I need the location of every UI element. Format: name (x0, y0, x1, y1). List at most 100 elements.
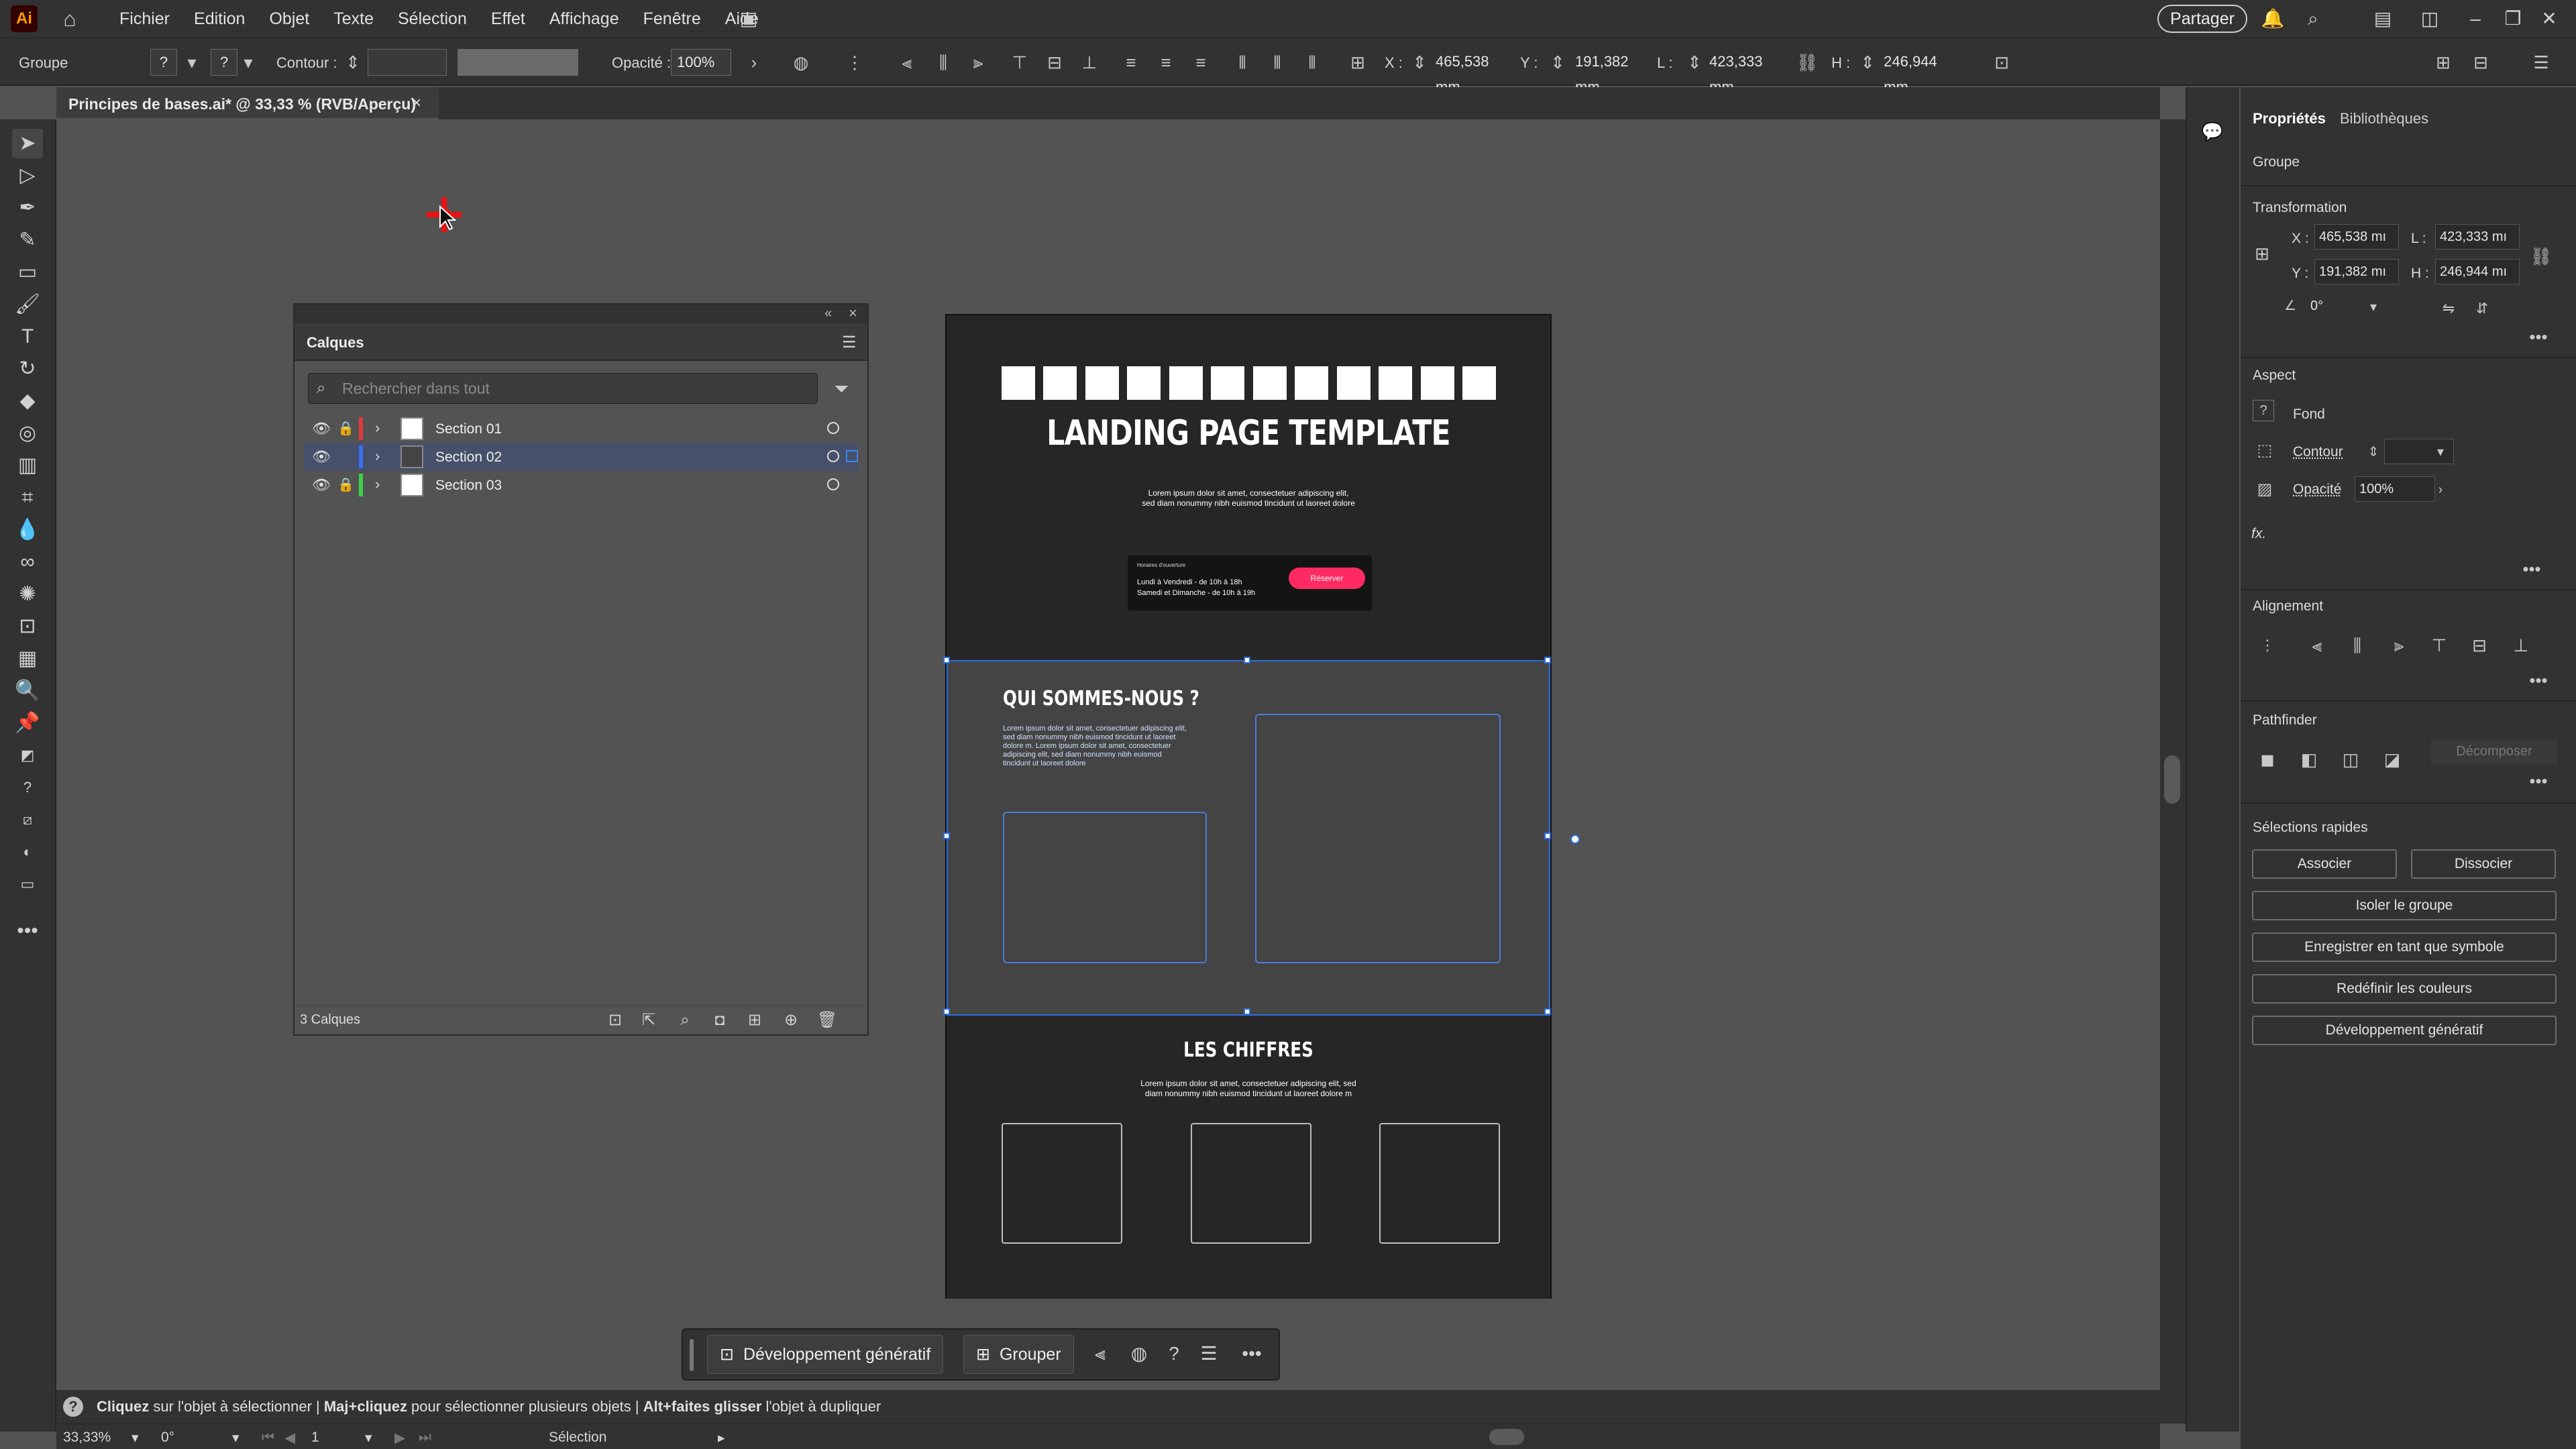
color-mode-icon[interactable]: ⧄ (12, 805, 43, 835)
collapse-panel-icon[interactable]: « (824, 306, 832, 321)
draw-mode-icon[interactable]: ◐ (12, 837, 43, 867)
ungroup-button[interactable]: Dissocier (2411, 849, 2556, 879)
width-stepper-icon[interactable]: ⇕ (1682, 50, 1707, 74)
curvature-tool-icon[interactable]: ✎ (12, 225, 43, 255)
align-top-icon[interactable]: ⊤ (1008, 50, 1032, 74)
gradient-tool-icon[interactable]: ▥ (12, 451, 43, 480)
restore-icon[interactable]: ❐ (2501, 7, 2525, 31)
search-icon[interactable]: ⌕ (2301, 7, 2325, 31)
bounding-handle[interactable] (943, 1008, 950, 1015)
bounding-handle[interactable] (1544, 657, 1551, 663)
stroke-weight-stepper-icon[interactable]: ⇕ (341, 50, 365, 74)
align-left-icon[interactable]: ⫷ (2305, 633, 2329, 657)
menu-objet[interactable]: Objet (257, 9, 321, 29)
recolor-icon[interactable]: ◍ (1127, 1342, 1151, 1366)
target-circle-icon[interactable] (827, 450, 839, 462)
height-stepper-icon[interactable]: ⇕ (1856, 50, 1880, 74)
artboard-tool-icon[interactable]: ⊡ (12, 612, 43, 641)
zoom-dropdown-icon[interactable]: ▾ (131, 1430, 139, 1446)
close-tab-icon[interactable]: × (412, 94, 421, 113)
constrain-proportions-icon[interactable]: ⛓ (2529, 244, 2553, 268)
layer-row-section-01[interactable]: 👁 🔒 › Section 01 (304, 415, 858, 443)
selection-indicator-icon[interactable] (846, 450, 858, 462)
align-vcenter-icon[interactable]: ⊟ (2467, 633, 2491, 657)
visibility-eye-icon[interactable]: 👁 (312, 420, 331, 437)
symbol-sprayer-tool-icon[interactable]: ✺ (12, 580, 43, 609)
eyedropper-tool-icon[interactable]: 💧 (12, 515, 43, 545)
bounding-handle[interactable] (1544, 1008, 1551, 1015)
align-to-icon[interactable]: ⋮ (843, 50, 867, 74)
new-layer-icon[interactable]: ⊕ (780, 1010, 802, 1031)
stroke-swatch[interactable]: ⬚ (2253, 439, 2277, 463)
layers-search-input[interactable] (342, 378, 805, 399)
clipping-mask-icon[interactable]: ◘ (709, 1010, 731, 1031)
default-colors-icon[interactable]: ? (12, 773, 43, 802)
variable-width-profile[interactable] (458, 49, 578, 76)
expand-chevron-icon[interactable]: › (375, 476, 380, 493)
save-as-symbol-button[interactable]: Enregistrer en tant que symbole (2252, 932, 2557, 962)
pin-tool-icon[interactable]: 📌 (12, 708, 43, 738)
close-panel-icon[interactable]: × (849, 305, 857, 322)
panel-options-icon[interactable]: ⊟ (2469, 50, 2493, 74)
tab-properties[interactable]: Propriétés (2253, 110, 2326, 127)
artboard[interactable]: LANDING PAGE TEMPLATE Lorem ipsum dolor … (943, 314, 1580, 1299)
width-field[interactable]: 423,333 mm (1704, 49, 1790, 95)
zoom-field[interactable]: 33,33% (63, 1430, 111, 1446)
opacity-arrow-icon[interactable]: › (2428, 478, 2453, 502)
section-01-hero[interactable]: LANDING PAGE TEMPLATE Lorem ipsum dolor … (947, 315, 1550, 660)
scroll-thumb[interactable] (2164, 755, 2180, 804)
aspect-more-icon[interactable]: ••• (2520, 557, 2544, 581)
menu-affichage[interactable]: Affichage (537, 9, 631, 29)
transform-height-field[interactable]: 246,944 mı (2435, 259, 2520, 284)
opacity-arrow-icon[interactable]: › (742, 50, 766, 74)
rotate-handle[interactable] (1570, 835, 1580, 844)
decompose-button[interactable]: Décomposer (2431, 739, 2557, 765)
help-icon[interactable]: ? (1162, 1342, 1186, 1366)
selection-tool-icon[interactable]: ➤ (12, 129, 43, 158)
lock-icon[interactable]: 🔒 (337, 476, 354, 493)
distribute-center-icon[interactable]: ⦀ (1265, 50, 1289, 74)
panel-layout-icon[interactable]: ◫ (2418, 7, 2442, 31)
target-circle-icon[interactable] (827, 478, 839, 490)
flip-horizontal-icon[interactable]: ⇋ (2436, 297, 2461, 321)
pathfinder-exclude-icon[interactable]: ◪ (2380, 747, 2404, 771)
opacity-field[interactable]: 100% (2355, 476, 2435, 502)
transform-options-icon[interactable]: ⊡ (1990, 50, 2014, 74)
document-tab[interactable]: Principes de bases.ai* @ 33,33 % (RVB/Ap… (56, 87, 439, 119)
menu-fichier[interactable]: Fichier (107, 9, 182, 29)
fill-swatch[interactable]: ? (150, 49, 177, 76)
opacity-label[interactable]: Opacité (2293, 482, 2341, 498)
target-circle-icon[interactable] (827, 422, 839, 434)
notifications-icon[interactable]: 🔔 (2261, 7, 2285, 31)
list-icon[interactable]: ☰ (1197, 1342, 1221, 1366)
distribute-right-icon[interactable]: ⦀ (1300, 50, 1324, 74)
panel-arrange-icon[interactable]: ⊞ (2431, 50, 2455, 74)
generative-expand-button[interactable]: ⊡ Développement génératif (707, 1335, 944, 1374)
workspace-icon[interactable]: ▤ (2371, 7, 2395, 31)
pathfinder-intersect-icon[interactable]: ◫ (2339, 747, 2363, 771)
rectangle-tool-icon[interactable]: ▭ (12, 258, 43, 287)
align-left-icon[interactable]: ⫷ (895, 50, 919, 74)
share-button[interactable]: Partager (2157, 5, 2247, 33)
control-menu-icon[interactable]: ☰ (2529, 50, 2553, 74)
stroke-stepper-icon[interactable]: ⇕ (2361, 440, 2385, 464)
menu-selection[interactable]: Sélection (386, 9, 479, 29)
transform-y-field[interactable]: 191,382 mı (2314, 259, 2399, 284)
lock-icon[interactable]: 🔒 (337, 420, 354, 437)
align-to-icon[interactable]: ⋮ (2255, 633, 2279, 657)
isolate-group-button[interactable]: Isoler le groupe (2252, 891, 2557, 920)
menu-effet[interactable]: Effet (479, 9, 537, 29)
stroke-dropdown-icon[interactable]: ▾ (2428, 440, 2453, 464)
new-sublayer-icon[interactable]: ⊞ (744, 1010, 765, 1031)
opacity-field[interactable]: 100% (671, 49, 731, 76)
type-tool-icon[interactable]: T (12, 322, 43, 352)
layers-tab[interactable]: Calques (307, 334, 364, 352)
layer-name[interactable]: Section 02 (435, 449, 502, 466)
align-bottom-icon[interactable]: ⊥ (2509, 633, 2533, 657)
pathfinder-minus-front-icon[interactable]: ◧ (2297, 747, 2321, 771)
horizontal-scrollbar[interactable] (731, 1424, 2160, 1448)
rotation-dropdown-icon[interactable]: ▾ (232, 1430, 239, 1446)
mesh-tool-icon[interactable]: ⌗ (12, 483, 43, 513)
group-button[interactable]: ⊞ Grouper (963, 1335, 1074, 1374)
align-hcenter-icon[interactable]: ⫼ (2345, 633, 2369, 657)
